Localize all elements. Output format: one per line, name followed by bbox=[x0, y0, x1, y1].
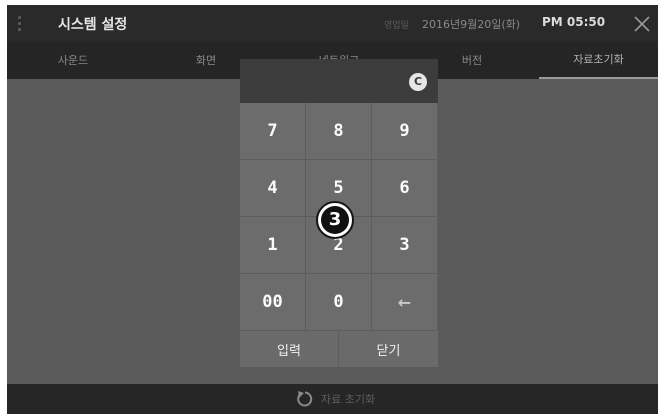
clear-button[interactable]: C bbox=[409, 73, 427, 91]
close-icon bbox=[634, 16, 650, 32]
footer-bar: 자료 초기화 bbox=[7, 384, 658, 414]
key-4[interactable]: 4 bbox=[240, 160, 306, 217]
close-keypad-button[interactable]: 닫기 bbox=[339, 331, 438, 367]
key-7[interactable]: 7 bbox=[240, 103, 306, 160]
reset-data-button[interactable]: 자료 초기화 bbox=[295, 388, 375, 410]
business-day-label: 영업일 bbox=[384, 21, 409, 31]
enter-button[interactable]: 입력 bbox=[240, 331, 339, 367]
kebab-menu-icon[interactable] bbox=[17, 16, 23, 32]
reset-icon bbox=[297, 391, 313, 407]
key-8[interactable]: 8 bbox=[306, 103, 372, 160]
tab-data-reset[interactable]: 자료초기화 bbox=[539, 42, 658, 79]
close-button[interactable] bbox=[629, 11, 655, 37]
keypad-display: C bbox=[240, 59, 438, 103]
key-00[interactable]: 00 bbox=[240, 274, 306, 331]
clock-time: PM 05:50 bbox=[542, 15, 606, 29]
reset-data-label: 자료 초기화 bbox=[321, 393, 376, 406]
key-9[interactable]: 9 bbox=[372, 103, 438, 160]
step-badge: 3 bbox=[316, 201, 354, 239]
key-3[interactable]: 3 bbox=[372, 217, 438, 274]
step-number: 3 bbox=[321, 206, 349, 234]
backspace-button[interactable]: ← bbox=[372, 274, 438, 331]
title-bar: 시스템 설정 영업일 2016년9월20일(화) PM 05:50 bbox=[7, 5, 658, 42]
key-6[interactable]: 6 bbox=[372, 160, 438, 217]
key-0[interactable]: 0 bbox=[306, 274, 372, 331]
page-title: 시스템 설정 bbox=[58, 17, 128, 33]
tab-sound[interactable]: 사운드 bbox=[19, 42, 127, 79]
business-date: 2016년9월20일(화) bbox=[422, 18, 521, 31]
app-screen: 시스템 설정 영업일 2016년9월20일(화) PM 05:50 사운드 화면… bbox=[7, 5, 658, 414]
key-1[interactable]: 1 bbox=[240, 217, 306, 274]
